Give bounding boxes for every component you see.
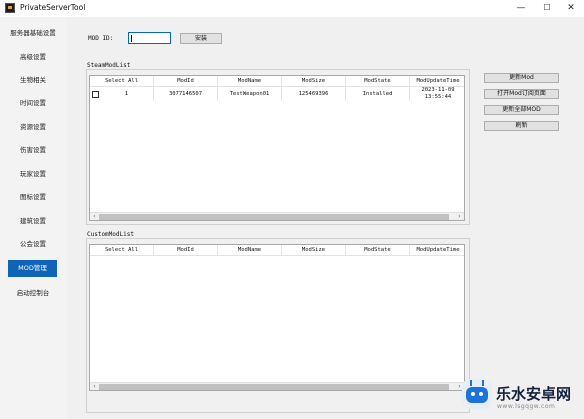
sidebar-item-icons[interactable]: 图标设置 bbox=[0, 187, 66, 207]
window-title: PrivateServerTool bbox=[20, 3, 86, 12]
app-icon bbox=[5, 3, 15, 13]
watermark-text: 乐水安卓网 bbox=[496, 385, 572, 403]
scrollbar-thumb[interactable] bbox=[99, 214, 449, 220]
sidebar: 服务器基础设置 高级设置 生物相关 时间设置 资源设置 伤害设置 玩家设置 图标… bbox=[0, 17, 66, 419]
watermark-logo: 乐水安卓网 www.lsgqgw.com bbox=[462, 379, 580, 415]
scroll-right-icon[interactable]: › bbox=[455, 213, 464, 220]
steam-mod-table[interactable]: Select All ModId ModName ModSize ModStat… bbox=[89, 75, 465, 221]
robot-icon bbox=[462, 379, 492, 409]
row-mod-id: 3077146507 bbox=[154, 87, 218, 101]
column-header-select-all[interactable]: Select All bbox=[90, 245, 154, 256]
title-bar: PrivateServerTool — ☐ ✕ bbox=[0, 0, 584, 17]
close-button[interactable]: ✕ bbox=[558, 0, 584, 17]
main-panel: MOD ID: 安装 SteamModList Select All ModId… bbox=[66, 17, 584, 419]
custom-list-title: CustomModList bbox=[87, 231, 134, 238]
row-update-date: 2023-11-09 bbox=[421, 87, 455, 93]
row-mod-name: TestWeapon01 bbox=[218, 87, 282, 101]
update-mod-button[interactable]: 更新Mod bbox=[484, 73, 559, 83]
row-mod-update-time: 2023-11-09 13:55:44 bbox=[410, 87, 464, 101]
column-header-mod-update-time[interactable]: ModUpdateTime bbox=[410, 245, 464, 256]
column-header-mod-size[interactable]: ModSize bbox=[282, 76, 346, 87]
column-header-mod-state[interactable]: ModState bbox=[346, 245, 410, 256]
sidebar-item-advanced[interactable]: 高级设置 bbox=[0, 47, 66, 67]
sidebar-item-time[interactable]: 时间设置 bbox=[0, 93, 66, 113]
sidebar-item-resources[interactable]: 资源设置 bbox=[0, 117, 66, 137]
horizontal-scrollbar[interactable]: ‹ › bbox=[90, 382, 464, 390]
column-header-mod-size[interactable]: ModSize bbox=[282, 245, 346, 256]
sidebar-item-guild[interactable]: 公会设置 bbox=[0, 234, 66, 254]
mod-id-label: MOD ID: bbox=[88, 35, 114, 42]
scroll-left-icon[interactable]: ‹ bbox=[90, 213, 99, 220]
watermark-url: www.lsgqgw.com bbox=[497, 403, 556, 410]
column-header-mod-name[interactable]: ModName bbox=[218, 245, 282, 256]
table-header: Select All ModId ModName ModSize ModStat… bbox=[90, 76, 464, 87]
install-button[interactable]: 安装 bbox=[180, 33, 222, 44]
row-update-clock: 13:55:44 bbox=[424, 94, 452, 100]
maximize-button[interactable]: ☐ bbox=[534, 0, 560, 17]
minimize-button[interactable]: — bbox=[508, 0, 534, 17]
sidebar-item-launch-console[interactable]: 启动控制台 bbox=[0, 283, 66, 303]
horizontal-scrollbar[interactable]: ‹ › bbox=[90, 212, 464, 220]
sidebar-item-player[interactable]: 玩家设置 bbox=[0, 164, 66, 184]
table-header: Select All ModId ModName ModSize ModStat… bbox=[90, 245, 464, 256]
update-all-mods-button[interactable]: 更新全部MOD bbox=[484, 105, 559, 115]
column-header-mod-name[interactable]: ModName bbox=[218, 76, 282, 87]
column-header-mod-update-time[interactable]: ModUpdateTime bbox=[410, 76, 464, 87]
column-header-mod-id[interactable]: ModId bbox=[154, 245, 218, 256]
refresh-button[interactable]: 刷新 bbox=[484, 121, 559, 131]
text-caret bbox=[131, 35, 132, 42]
sidebar-item-mod-management[interactable]: MOD管理 bbox=[8, 260, 57, 277]
row-index: 1 bbox=[90, 87, 154, 101]
sidebar-item-building[interactable]: 建筑设置 bbox=[0, 211, 66, 231]
row-mod-state: Installed bbox=[346, 87, 410, 101]
mod-id-input[interactable] bbox=[128, 32, 171, 44]
sidebar-item-server-basic[interactable]: 服务器基础设置 bbox=[0, 23, 66, 43]
column-header-mod-id[interactable]: ModId bbox=[154, 76, 218, 87]
sidebar-item-damage[interactable]: 伤害设置 bbox=[0, 140, 66, 160]
scrollbar-thumb[interactable] bbox=[99, 384, 449, 390]
table-row[interactable]: 1 3077146507 TestWeapon01 125469396 Inst… bbox=[90, 87, 464, 101]
sidebar-item-creatures[interactable]: 生物相关 bbox=[0, 70, 66, 90]
steam-list-title: SteamModList bbox=[87, 62, 131, 69]
open-mod-subscribe-page-button[interactable]: 打开Mod订阅页面 bbox=[484, 89, 559, 99]
column-header-mod-state[interactable]: ModState bbox=[346, 76, 410, 87]
column-header-select-all[interactable]: Select All bbox=[90, 76, 154, 87]
scroll-left-icon[interactable]: ‹ bbox=[90, 383, 99, 390]
row-mod-size: 125469396 bbox=[282, 87, 346, 101]
custom-mod-table[interactable]: Select All ModId ModName ModSize ModStat… bbox=[89, 244, 465, 391]
